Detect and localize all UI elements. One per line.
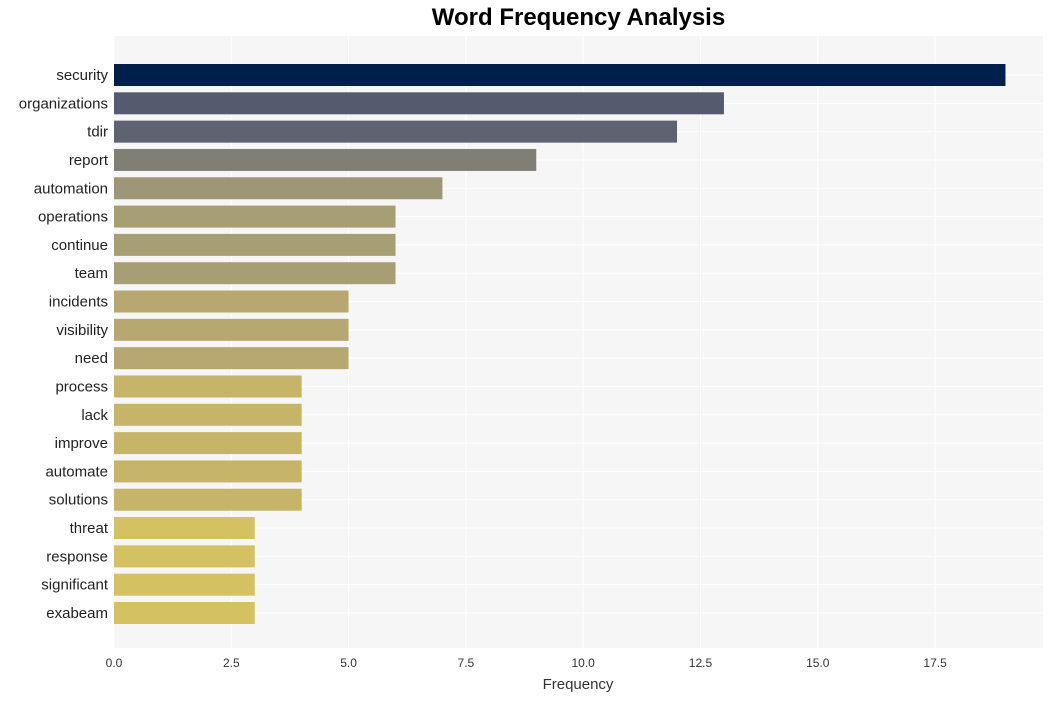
category-label-report: report <box>69 152 109 169</box>
x-axis-label: Frequency <box>543 676 614 693</box>
bar-operations <box>114 205 396 228</box>
bar-report <box>114 148 537 171</box>
category-label-significant: significant <box>41 577 109 594</box>
bar-exabeam <box>114 602 255 624</box>
category-labels: security organizations tdir report automatio… <box>19 67 109 622</box>
category-label-exabeam: exabeam <box>46 605 108 622</box>
bar-lack <box>114 403 302 426</box>
x-tick-label-6: 15.0 <box>806 656 830 670</box>
bar-tdir <box>114 120 678 143</box>
bar-incidents <box>114 290 349 313</box>
category-label-solutions: solutions <box>49 492 108 509</box>
bar-security <box>114 64 1006 86</box>
category-label-security: security <box>56 67 108 84</box>
category-label-automate: automate <box>45 463 108 480</box>
category-label-lack: lack <box>81 407 108 424</box>
category-label-process: process <box>55 378 108 395</box>
bar-threat <box>114 517 255 540</box>
bar-organizations <box>114 92 724 115</box>
category-label-incidents: incidents <box>49 294 108 311</box>
x-tick-label-0: 0.0 <box>106 656 123 670</box>
bar-process <box>114 375 302 398</box>
bar-need <box>114 347 349 370</box>
x-tick-labels: 0.0 2.5 5.0 7.5 10.0 12.5 15.0 17.5 <box>106 656 947 670</box>
bar-visibility <box>114 318 349 341</box>
bar-team <box>114 262 396 285</box>
bar-chart: security organizations tdir report automatio… <box>19 36 1043 693</box>
bar-response <box>114 545 255 568</box>
category-label-threat: threat <box>70 520 109 537</box>
bar-improve <box>114 432 302 455</box>
category-label-response: response <box>46 548 108 565</box>
category-label-visibility: visibility <box>56 322 108 339</box>
category-label-continue: continue <box>51 237 108 254</box>
bar-automate <box>114 460 302 483</box>
bar-solutions <box>114 488 302 511</box>
bar-significant <box>114 573 255 596</box>
x-tick-label-4: 10.0 <box>572 656 596 670</box>
category-label-team: team <box>75 265 108 282</box>
category-label-operations: operations <box>38 209 108 226</box>
x-tick-label-1: 2.5 <box>223 656 240 670</box>
x-tick-label-5: 12.5 <box>689 656 713 670</box>
x-tick-label-3: 7.5 <box>458 656 475 670</box>
category-label-need: need <box>75 350 108 367</box>
category-label-tdir: tdir <box>87 124 108 141</box>
category-label-organizations: organizations <box>19 95 108 112</box>
bar-automation <box>114 177 443 200</box>
bar-continue <box>114 233 396 256</box>
category-label-automation: automation <box>34 180 108 197</box>
x-tick-label-7: 17.5 <box>923 656 947 670</box>
x-tick-label-2: 5.0 <box>340 656 357 670</box>
category-label-improve: improve <box>55 435 108 452</box>
